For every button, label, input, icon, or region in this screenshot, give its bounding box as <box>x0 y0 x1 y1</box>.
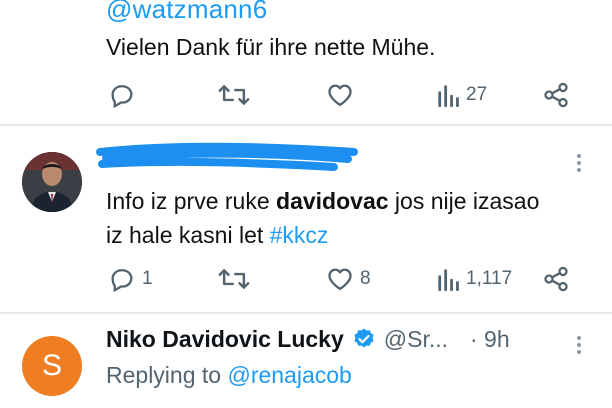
more-button[interactable] <box>576 154 582 172</box>
share-icon <box>544 82 568 108</box>
tweet-1-actions: 27 <box>0 78 612 112</box>
like-button[interactable] <box>326 78 354 112</box>
avatar[interactable] <box>22 152 82 212</box>
avatar[interactable]: S <box>22 336 82 396</box>
views-icon <box>438 85 459 108</box>
user-handle[interactable]: @Sr... <box>384 326 448 353</box>
replying-to-handle[interactable]: @renajacob <box>227 362 351 388</box>
tweet-1-handle[interactable]: @watzmann6 <box>106 0 267 25</box>
reply-button[interactable] <box>108 78 136 112</box>
tweet-2-actions: 1 8 1,117 <box>0 262 612 296</box>
avatar-letter: S <box>41 349 62 382</box>
bold-mention: davidovac <box>276 188 389 214</box>
replying-to: Replying to @renajacob <box>106 362 352 388</box>
share-icon <box>544 266 568 292</box>
reply-icon <box>111 85 133 109</box>
redaction-scribble <box>96 142 358 171</box>
timestamp[interactable]: · 9h <box>470 326 510 353</box>
views-icon <box>438 269 459 292</box>
tweet-1-text: Vielen Dank für ihre nette Mühe. <box>106 34 436 60</box>
hashtag-link[interactable]: #kkcz <box>270 222 329 248</box>
verified-icon <box>354 328 374 348</box>
retweet-button[interactable] <box>218 78 250 112</box>
tweet-1: @watzmann6 Vielen Dank für ihre nette Mü… <box>0 0 612 124</box>
more-icon <box>577 154 581 158</box>
tweet-3-header: Niko Davidovic Lucky @Sr... · 9h <box>106 322 510 356</box>
retweet-icon <box>218 85 250 105</box>
views-count: 27 <box>466 84 488 105</box>
views-button[interactable]: 27 <box>436 78 487 112</box>
more-button[interactable] <box>576 336 582 354</box>
retweet-button[interactable] <box>218 262 250 296</box>
more-icon <box>577 336 581 340</box>
like-count: 8 <box>360 268 371 289</box>
share-button[interactable] <box>542 78 570 112</box>
tweet-2: Info iz prve ruke davidovac jos nije iza… <box>0 126 612 312</box>
reply-count: 1 <box>142 268 153 289</box>
avatar-photo <box>22 152 82 212</box>
views-button[interactable]: 1,117 <box>436 262 512 296</box>
like-icon <box>328 84 352 107</box>
like-button[interactable]: 8 <box>326 262 371 296</box>
reply-button[interactable]: 1 <box>108 262 153 296</box>
reply-icon <box>111 269 133 293</box>
views-count: 1,117 <box>466 268 513 289</box>
like-icon <box>328 268 352 291</box>
retweet-icon <box>218 269 250 289</box>
tweet-2-text: Info iz prve ruke davidovac jos nije iza… <box>106 188 540 248</box>
share-button[interactable] <box>542 262 570 296</box>
display-name[interactable]: Niko Davidovic Lucky <box>106 326 344 353</box>
